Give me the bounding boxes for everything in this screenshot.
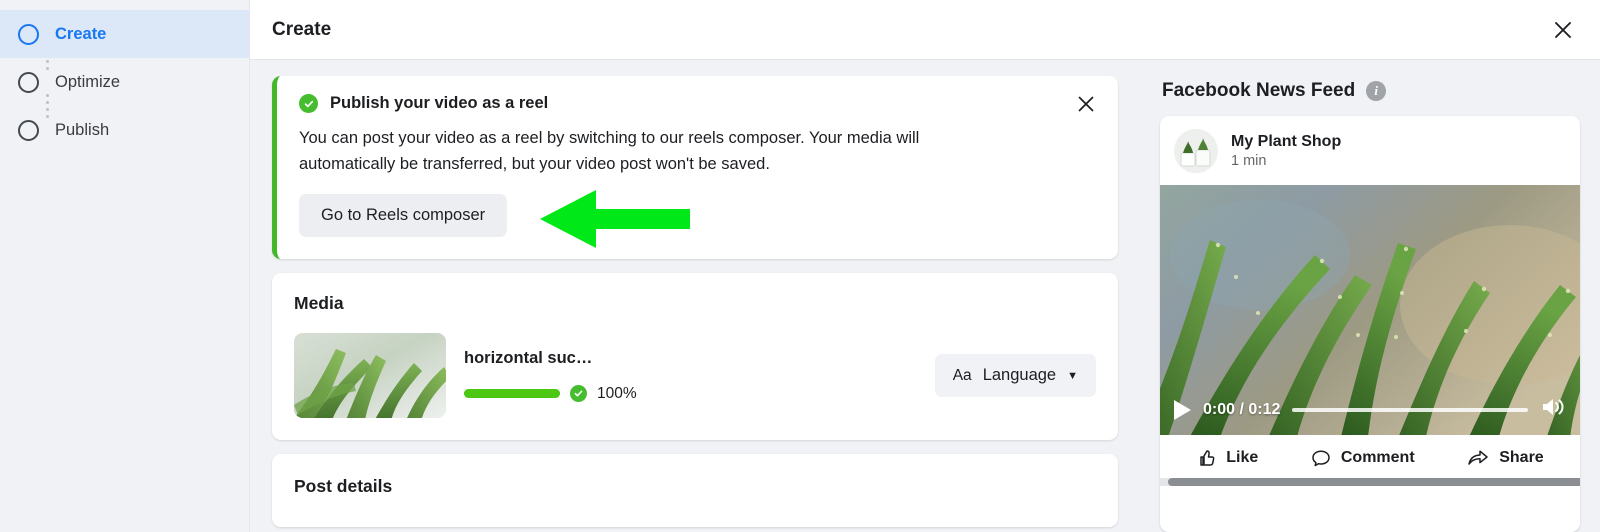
language-dropdown[interactable]: Aa Language ▼: [934, 354, 1096, 397]
sidebar-item-label: Create: [55, 24, 107, 43]
reels-promo-banner: Publish your video as a reel You can pos…: [272, 76, 1118, 259]
media-file-name: horizontal suc…: [464, 348, 593, 367]
comment-label: Comment: [1340, 449, 1415, 466]
media-item-row: horizontal suc… 100% Aa Language ▼: [294, 333, 1096, 418]
page-title: Create: [272, 18, 332, 40]
banner-description: You can post your video as a reel by swi…: [299, 129, 920, 173]
banner-close-icon[interactable]: [1072, 90, 1100, 118]
video-player[interactable]: 0:00 / 0:12: [1160, 185, 1580, 435]
circle-icon: [18, 119, 39, 141]
sidebar-item-publish[interactable]: Publish: [0, 106, 249, 154]
scrollbar-thumb[interactable]: [1168, 478, 1580, 486]
preview-header: Facebook News Feed i: [1160, 76, 1580, 116]
main-area: Create Publish your video as a reel You …: [250, 0, 1600, 532]
play-icon[interactable]: [1174, 399, 1191, 420]
check-circle-icon: [299, 94, 318, 113]
volume-icon[interactable]: [1540, 396, 1566, 423]
post-author-row: My Plant Shop 1 min: [1160, 116, 1580, 185]
media-card: Media horizontal suc… 100% Aa Language ▼: [272, 273, 1118, 440]
sidebar-item-label: Publish: [55, 120, 110, 139]
preview-title: Facebook News Feed: [1162, 80, 1356, 101]
close-icon[interactable]: [1548, 15, 1578, 45]
video-scrubber[interactable]: [1292, 407, 1528, 412]
circle-icon: [18, 23, 39, 45]
avatar: [1174, 129, 1218, 173]
preview-horizontal-scrollbar[interactable]: [1160, 478, 1580, 486]
comment-button[interactable]: Comment: [1311, 448, 1415, 468]
aa-text-icon: Aa: [952, 366, 972, 384]
share-button[interactable]: Share: [1467, 448, 1544, 468]
create-post-dialog: Create Optimize Publish Create Publish y…: [0, 0, 1600, 532]
circle-icon: [18, 71, 39, 93]
progress-label: 100%: [597, 384, 637, 402]
video-controls: 0:00 / 0:12: [1160, 396, 1580, 423]
banner-title: Publish your video as a reel: [330, 94, 549, 112]
chevron-down-icon: ▼: [1067, 369, 1078, 382]
media-meta: horizontal suc… 100%: [464, 349, 917, 403]
form-column: Publish your video as a reel You can pos…: [250, 76, 1140, 532]
media-thumbnail[interactable]: [294, 333, 446, 418]
post-timestamp: 1 min: [1231, 153, 1267, 169]
upload-progress: 100%: [464, 385, 917, 403]
like-button[interactable]: Like: [1196, 448, 1258, 468]
sidebar-item-label: Optimize: [55, 72, 121, 91]
post-actions: Like Comment Share: [1160, 435, 1580, 478]
facebook-post-preview: My Plant Shop 1 min 0:00 / 0:12 Like Com…: [1160, 116, 1580, 532]
go-to-reels-composer-button[interactable]: Go to Reels composer: [299, 194, 508, 237]
share-label: Share: [1499, 449, 1544, 466]
dialog-body: Publish your video as a reel You can pos…: [250, 60, 1600, 532]
post-page-name: My Plant Shop: [1231, 133, 1342, 150]
like-label: Like: [1226, 449, 1259, 466]
banner-header: Publish your video as a reel: [299, 94, 1096, 113]
sidebar-item-create[interactable]: Create: [0, 10, 249, 58]
progress-bar: [464, 389, 560, 398]
post-details-title: Post details: [294, 476, 393, 496]
post-details-card: Post details: [272, 454, 1118, 527]
sidebar-item-optimize[interactable]: Optimize: [0, 58, 249, 106]
wizard-sidebar: Create Optimize Publish: [0, 0, 250, 532]
dialog-header: Create: [250, 0, 1600, 60]
language-dropdown-label: Language: [982, 366, 1057, 384]
video-time-display: 0:00 / 0:12: [1203, 400, 1281, 418]
media-section-title: Media: [294, 293, 344, 313]
check-circle-icon: [570, 385, 587, 402]
info-icon[interactable]: i: [1366, 81, 1387, 101]
preview-column: Facebook News Feed i My Plant Shop 1 min…: [1140, 76, 1600, 532]
